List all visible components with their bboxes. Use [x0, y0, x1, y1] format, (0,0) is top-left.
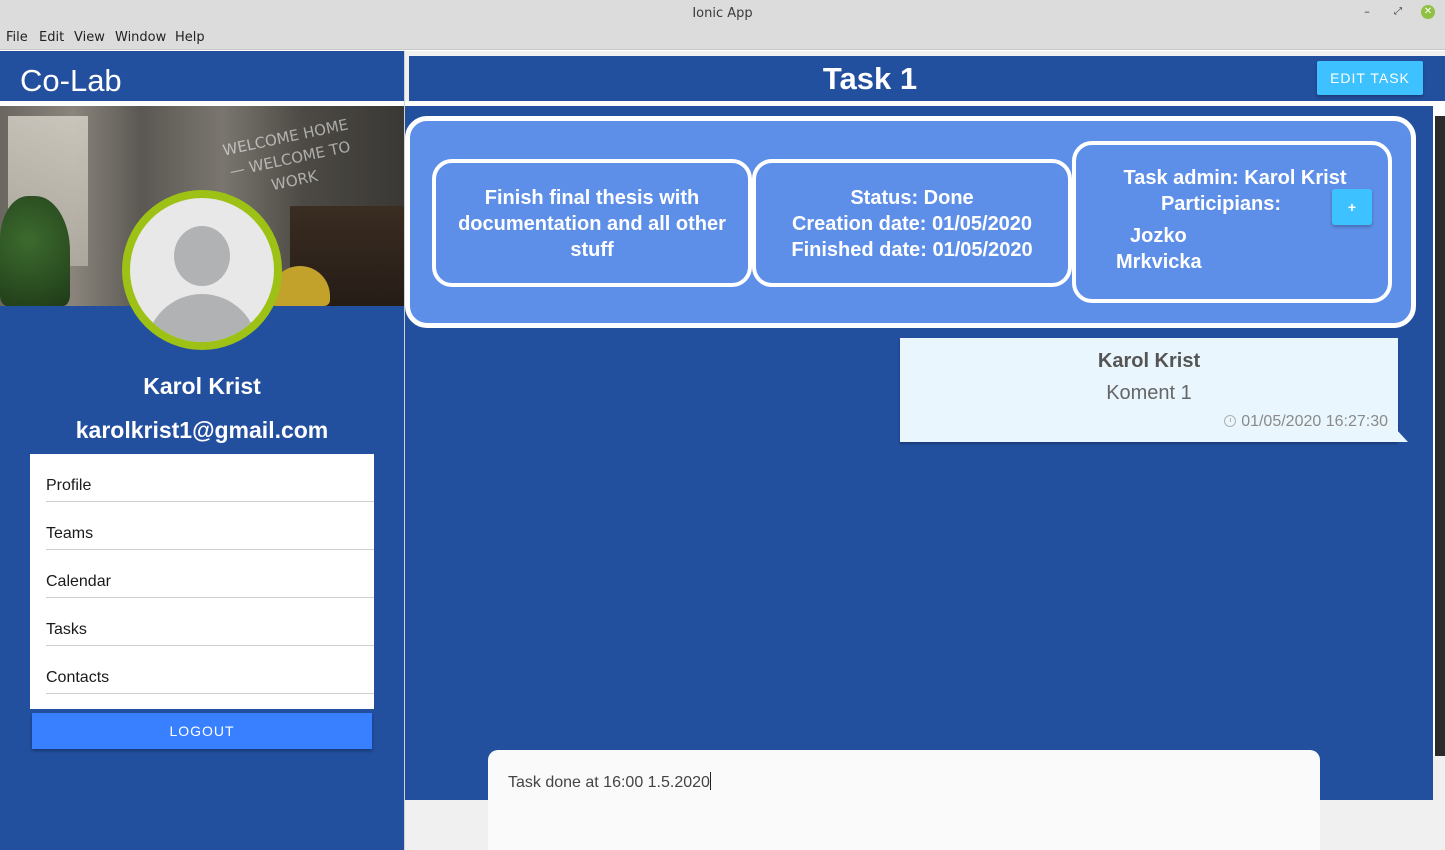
sidebar-item-label: Contacts: [46, 669, 110, 686]
menu-edit[interactable]: Edit: [39, 30, 64, 45]
minimize-icon[interactable]: –: [1360, 5, 1374, 19]
comment-text: Koment 1: [1106, 382, 1192, 404]
task-status: Status: Done: [850, 187, 974, 209]
menu-file[interactable]: File: [6, 30, 28, 45]
user-email: karolkrist1@gmail.com: [75, 417, 329, 443]
task-info-panel: Finish final thesis with documentation a…: [405, 116, 1416, 328]
cover-plant: [0, 196, 70, 306]
sidebar-item-contacts[interactable]: Contacts: [46, 646, 374, 694]
logout-button[interactable]: LOGOUT: [32, 713, 372, 749]
sidebar-item-label: Calendar: [46, 573, 111, 590]
add-participant-button[interactable]: +: [1332, 189, 1372, 225]
avatar-body: [146, 294, 258, 342]
sidebar-item-profile[interactable]: Profile: [46, 454, 374, 502]
sidebar-item-label: Teams: [46, 525, 94, 542]
sidebar: Co-Lab WELCOME HOME — WELCOME TO WORK Ka…: [0, 51, 404, 850]
participants-label: Participians:: [1160, 193, 1282, 215]
nav-menu: Profile Teams Calendar Tasks Contacts: [30, 454, 374, 709]
comment-input-value: Task done at 16:00 1.5.2020: [508, 774, 710, 791]
task-content: Finish final thesis with documentation a…: [405, 106, 1433, 800]
comment-bubble: Karol Krist Koment 1 01/05/2020 16:27:30: [900, 338, 1398, 442]
app-title: Co-Lab: [20, 63, 122, 98]
comment-bubble-tail: [1396, 429, 1408, 442]
avatar[interactable]: [122, 190, 282, 350]
comment-composer[interactable]: Task done at 16:00 1.5.2020: [488, 750, 1320, 850]
task-finished-date: Finished date: 01/05/2020: [791, 239, 1033, 261]
text-caret: [709, 772, 711, 790]
menu-help[interactable]: Help: [175, 30, 205, 45]
user-name: Karol Krist: [143, 373, 261, 399]
task-description-card: Finish final thesis with documentation a…: [432, 159, 752, 287]
task-detail: Task 1 EDIT TASK Finish final thesis wit…: [405, 51, 1445, 850]
close-icon[interactable]: ✕: [1421, 5, 1435, 19]
comment-input[interactable]: Task done at 16:00 1.5.2020: [508, 772, 1298, 792]
task-status-card: Status: Done Creation date: 01/05/2020 F…: [752, 159, 1072, 287]
avatar-placeholder-icon: [130, 198, 274, 342]
menubar: File Edit View Window Help: [0, 26, 1445, 50]
window-titlebar: Ionic App – ⤢ ✕: [0, 0, 1445, 26]
sidebar-item-teams[interactable]: Teams: [46, 502, 374, 550]
task-creation-date: Creation date: 01/05/2020: [791, 213, 1033, 235]
clock-icon: [1224, 415, 1237, 427]
comment-time-text: 01/05/2020 16:27:30: [1241, 413, 1388, 430]
sidebar-item-tasks[interactable]: Tasks: [46, 598, 374, 646]
comment-author: Karol Krist: [1097, 350, 1201, 372]
participant-item: Mrkvicka: [1116, 251, 1202, 273]
scrollbar-thumb[interactable]: [1435, 116, 1445, 756]
maximize-icon[interactable]: ⤢: [1391, 5, 1405, 19]
task-people-card: Task admin: Karol Krist Participians: Jo…: [1072, 141, 1392, 303]
menu-window[interactable]: Window: [115, 30, 166, 45]
task-header: Task 1 EDIT TASK: [409, 56, 1445, 101]
sidebar-header: Co-Lab: [0, 56, 404, 101]
window-title: Ionic App: [692, 6, 753, 21]
sidebar-item-label: Tasks: [46, 621, 87, 638]
sidebar-item-calendar[interactable]: Calendar: [46, 550, 374, 598]
sidebar-item-label: Profile: [46, 477, 92, 494]
task-description: Finish final thesis with documentation a…: [458, 187, 726, 261]
menu-view[interactable]: View: [74, 30, 105, 45]
participant-item: Jozko: [1130, 225, 1187, 247]
edit-task-button[interactable]: EDIT TASK: [1317, 61, 1423, 95]
avatar-head: [174, 226, 230, 286]
comment-timestamp: 01/05/2020 16:27:30: [1224, 413, 1388, 431]
task-admin: Task admin: Karol Krist: [1123, 167, 1347, 189]
cover-neon-sign: WELCOME HOME — WELCOME TO WORK: [221, 115, 352, 195]
page-title: Task 1: [822, 61, 918, 96]
